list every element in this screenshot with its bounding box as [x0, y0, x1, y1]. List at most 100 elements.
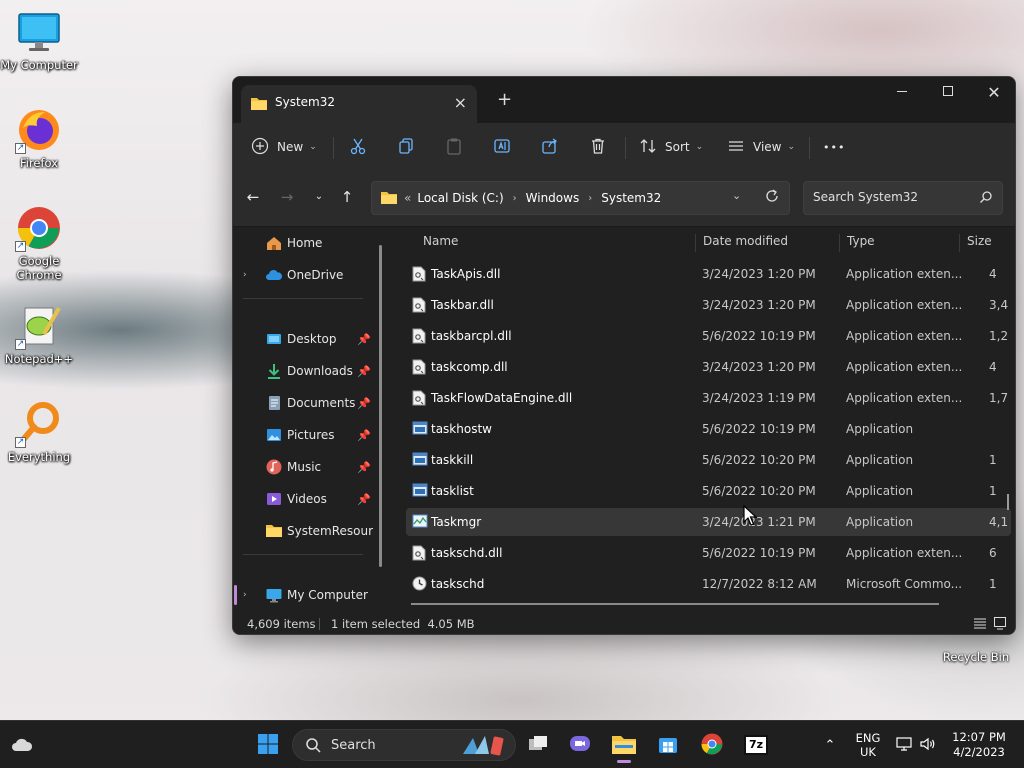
breadcrumb-windows[interactable]: Windows — [526, 191, 580, 205]
new-button-label: New — [277, 140, 304, 154]
file-row[interactable]: TaskFlowDataEngine.dll 3/24/2023 1:19 PM A… — [406, 384, 1011, 412]
file-row[interactable]: taskcomp.dll 3/24/2023 1:20 PM Application… — [406, 353, 1011, 381]
breadcrumb-system32[interactable]: System32 — [601, 191, 661, 205]
chrome-taskbar-button[interactable] — [696, 729, 728, 761]
sort-button[interactable]: Sort ⌄ — [639, 133, 703, 161]
keyboard-layout: UK — [860, 745, 876, 759]
chevron-right-icon[interactable]: › — [513, 193, 517, 204]
language-indicator[interactable]: ENG UK — [850, 731, 886, 759]
chevron-right-icon[interactable]: › — [243, 590, 247, 600]
pin-icon[interactable]: 📌 — [357, 493, 371, 506]
column-header-type[interactable]: Type — [847, 228, 957, 258]
new-tab-button[interactable]: + — [497, 89, 512, 110]
back-button[interactable]: ← — [239, 183, 267, 211]
file-row[interactable]: taskhostw 5/6/2022 10:19 PM Application — [406, 415, 1011, 443]
details-view-icon[interactable] — [973, 616, 987, 633]
nav-pane-scrollbar[interactable] — [379, 245, 382, 567]
copy-button[interactable] — [397, 133, 415, 161]
column-divider[interactable] — [839, 234, 840, 252]
horizontal-scrollbar[interactable] — [411, 603, 939, 605]
refresh-icon[interactable] — [764, 188, 780, 207]
paste-button[interactable] — [445, 133, 463, 161]
start-button[interactable] — [252, 729, 284, 761]
file-date: 3/24/2023 1:19 PM — [702, 391, 816, 405]
recent-locations-button[interactable]: ⌄ — [305, 183, 333, 211]
share-icon — [541, 137, 559, 158]
file-row[interactable]: taskbarcpl.dll 5/6/2022 10:19 PM Applicati… — [406, 322, 1011, 350]
pin-icon[interactable]: 📌 — [357, 461, 371, 474]
nav-item-pictures[interactable]: Pictures 📌 — [233, 421, 383, 449]
cut-button[interactable] — [349, 133, 367, 161]
delete-button[interactable] — [589, 133, 607, 161]
pin-icon[interactable]: 📌 — [357, 333, 371, 346]
search-icon[interactable] — [979, 190, 993, 207]
column-header-date[interactable]: Date modified — [703, 228, 833, 258]
folder-icon — [380, 189, 398, 208]
share-button[interactable] — [541, 133, 559, 161]
pin-icon[interactable]: 📌 — [357, 397, 371, 410]
pin-icon[interactable]: 📌 — [357, 365, 371, 378]
desktop-icon-notepad-plus-plus[interactable]: ↗ Notepad++ — [0, 302, 78, 366]
chat-button[interactable] — [564, 729, 596, 761]
up-button[interactable]: ↑ — [333, 183, 361, 211]
close-tab-icon[interactable]: × — [454, 93, 467, 112]
view-button[interactable]: View ⌄ — [727, 133, 795, 161]
nav-item-desktop[interactable]: Desktop 📌 — [233, 325, 383, 353]
breadcrumb-local-disk[interactable]: Local Disk (C:) — [417, 191, 503, 205]
maximize-button[interactable] — [925, 81, 971, 111]
rename-button[interactable] — [493, 133, 511, 161]
desktop-icon-everything[interactable]: ↗ Everything — [0, 400, 78, 464]
file-row[interactable]: Taskbar.dll 3/24/2023 1:20 PM Application … — [406, 291, 1011, 319]
clock[interactable]: 12:07 PM 4/2/2023 — [944, 730, 1014, 760]
application-icon — [412, 421, 428, 437]
task-view-button[interactable] — [522, 729, 554, 761]
file-row[interactable]: taskschd.dll 5/6/2022 10:19 PM Application… — [406, 539, 1011, 567]
file-row[interactable]: taskschd 12/7/2022 8:12 AM Microsoft Commo… — [406, 570, 1011, 598]
chevron-right-icon[interactable]: › — [588, 193, 592, 204]
nav-item-my-computer[interactable]: › My Computer — [233, 581, 383, 609]
pin-icon[interactable]: 📌 — [357, 429, 371, 442]
search-input[interactable] — [813, 190, 973, 204]
nav-item-music[interactable]: Music 📌 — [233, 453, 383, 481]
nav-item-onedrive[interactable]: › OneDrive — [233, 261, 383, 289]
volume-button[interactable] — [916, 729, 940, 761]
address-bar[interactable]: « Local Disk (C:) › Windows › System32 ⌄ — [371, 181, 790, 215]
nav-item-documents[interactable]: Documents 📌 — [233, 389, 383, 417]
nav-item-home[interactable]: Home — [233, 229, 383, 257]
more-options-button[interactable]: ••• — [823, 133, 845, 161]
column-divider[interactable] — [695, 234, 696, 252]
taskbar-search[interactable]: Search — [292, 729, 516, 761]
search-box[interactable] — [803, 181, 1003, 215]
show-hidden-icons-button[interactable]: ⌃ — [814, 729, 846, 761]
nav-item-videos[interactable]: Videos 📌 — [233, 485, 383, 513]
minimize-button[interactable] — [879, 81, 925, 111]
column-divider[interactable] — [959, 234, 960, 252]
forward-button[interactable]: → — [273, 183, 301, 211]
command-bar: New ⌄ Sort ⌄ View ⌄ ••• — [233, 123, 1015, 171]
file-row[interactable]: Taskmgr 3/24/2023 1:21 PM Application 4,1 — [406, 508, 1011, 536]
store-button[interactable] — [652, 729, 684, 761]
desktop-icon-firefox[interactable]: ↗ Firefox — [0, 106, 78, 170]
desktop-icon-google-chrome[interactable]: ↗ Google Chrome — [0, 204, 78, 282]
network-button[interactable] — [892, 729, 916, 761]
file-row[interactable]: tasklist 5/6/2022 10:20 PM Application 1 — [406, 477, 1011, 505]
address-history-chevron-icon[interactable]: ⌄ — [732, 189, 741, 202]
tab-system32[interactable]: System32 × — [241, 85, 477, 123]
7zip-taskbar-button[interactable]: 7z — [740, 729, 772, 761]
breadcrumb-overflow[interactable]: « — [404, 191, 411, 205]
desktop-icon-my-computer[interactable]: My Computer — [0, 8, 78, 72]
vertical-scrollbar[interactable] — [1007, 494, 1009, 510]
weather-widget-button[interactable] — [6, 729, 38, 761]
nav-item-downloads[interactable]: Downloads 📌 — [233, 357, 383, 385]
column-header-name[interactable]: Name — [423, 228, 683, 258]
file-explorer-taskbar-button[interactable] — [608, 729, 640, 763]
new-button[interactable]: New ⌄ — [251, 133, 317, 161]
chevron-right-icon[interactable]: › — [243, 270, 247, 280]
close-window-button[interactable]: ✕ — [971, 81, 1015, 111]
nav-item-systemresources[interactable]: SystemResources — [233, 517, 373, 545]
file-row[interactable]: taskkill 5/6/2022 10:20 PM Application 1 — [406, 446, 1011, 474]
tiles-view-icon[interactable] — [993, 616, 1007, 633]
column-header-size[interactable]: Size — [967, 228, 1007, 258]
file-row[interactable]: TaskApis.dll 3/24/2023 1:20 PM Application… — [406, 260, 1011, 288]
desktop-icon-recycle-bin[interactable]: Recycle Bin — [938, 640, 1014, 664]
